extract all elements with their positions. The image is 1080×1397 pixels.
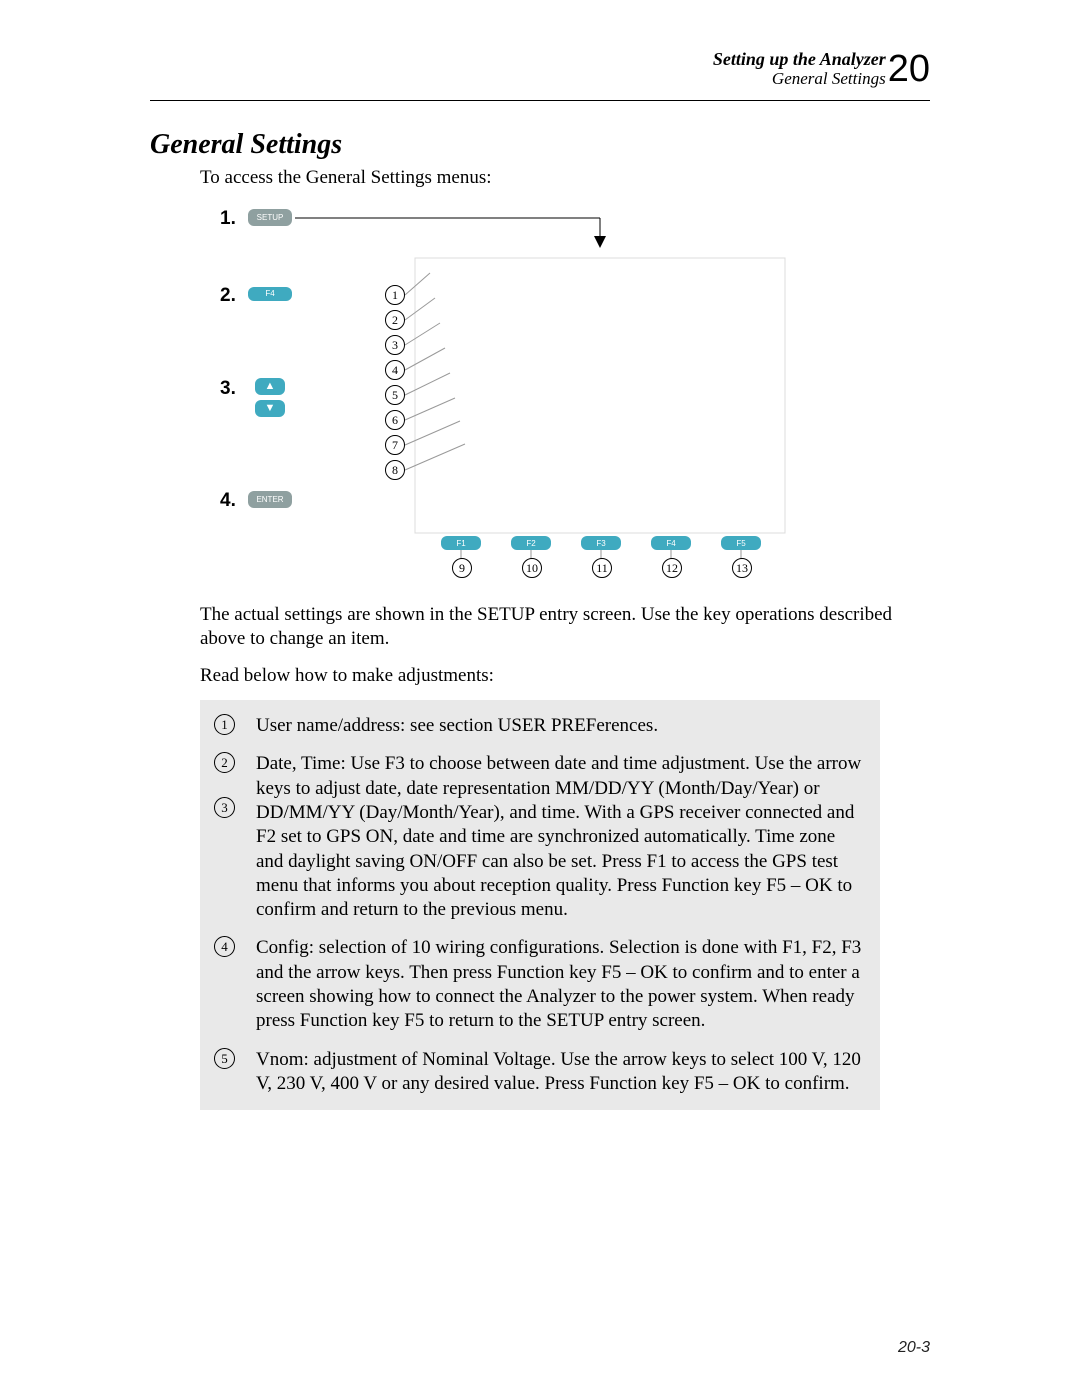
- body-paragraph-1: The actual settings are shown in the SET…: [200, 603, 930, 652]
- callout-num: 4: [214, 936, 235, 957]
- callout-marker-10: 10: [522, 558, 542, 578]
- page-number: 20-3: [898, 1339, 930, 1357]
- down-arrow-key-icon: ▼: [255, 400, 285, 417]
- callout-text: Date, Time: Use F3 to choose between dat…: [256, 752, 866, 922]
- callout-marker-11: 11: [592, 558, 612, 578]
- intro-text: To access the General Settings menus:: [200, 167, 930, 189]
- f3-key-icon: F3: [581, 536, 621, 550]
- callout-box: 1 User name/address: see section USER PR…: [200, 700, 880, 1110]
- f1-key-icon: F1: [441, 536, 481, 550]
- callout-marker-8: 8: [385, 460, 405, 480]
- f2-key-icon: F2: [511, 536, 551, 550]
- callout-marker-7: 7: [385, 435, 405, 455]
- enter-key-icon: ENTER: [248, 491, 292, 508]
- step-1-label: 1.: [220, 208, 236, 230]
- callout-marker-9: 9: [452, 558, 472, 578]
- callout-row: 1 User name/address: see section USER PR…: [214, 714, 866, 738]
- header-chapter-title: Setting up the Analyzer: [713, 50, 886, 70]
- section-heading: General Settings: [150, 129, 930, 161]
- callout-row: 5 Vnom: adjustment of Nominal Voltage. U…: [214, 1048, 866, 1097]
- callout-marker-3: 3: [385, 335, 405, 355]
- callout-text: User name/address: see section USER PREF…: [256, 714, 866, 738]
- callout-text: Config: selection of 10 wiring configura…: [256, 936, 866, 1033]
- callout-marker-4: 4: [385, 360, 405, 380]
- f4-key-icon: F4: [248, 287, 292, 301]
- callout-marker-6: 6: [385, 410, 405, 430]
- f4b-key-icon: F4: [651, 536, 691, 550]
- flow-arrow-icon: [594, 236, 606, 248]
- step-3-label: 3.: [220, 378, 236, 400]
- callout-text: Vnom: adjustment of Nominal Voltage. Use…: [256, 1048, 866, 1097]
- chapter-number: 20: [888, 50, 930, 88]
- callout-row: 2 3 Date, Time: Use F3 to choose between…: [214, 752, 866, 922]
- header-block: Setting up the Analyzer General Settings…: [713, 50, 930, 88]
- callout-row: 4 Config: selection of 10 wiring configu…: [214, 936, 866, 1033]
- callout-marker-2: 2: [385, 310, 405, 330]
- callout-marker-1: 1: [385, 285, 405, 305]
- header-section-title: General Settings: [713, 70, 886, 89]
- up-arrow-key-icon: ▲: [255, 378, 285, 395]
- step-4-label: 4.: [220, 490, 236, 512]
- callout-marker-12: 12: [662, 558, 682, 578]
- step-2-label: 2.: [220, 285, 236, 307]
- body-paragraph-2: Read below how to make adjustments:: [200, 664, 930, 688]
- procedure-diagram: 1. 2. 3. 4. SETUP F4 ▲ ▼ ENTER 1 2 3 4 5…: [200, 203, 810, 593]
- f5-key-icon: F5: [721, 536, 761, 550]
- manual-page: Setting up the Analyzer General Settings…: [0, 0, 1080, 1110]
- callout-num: 3: [214, 797, 235, 818]
- setup-key-icon: SETUP: [248, 209, 292, 226]
- diagram-lines: [200, 203, 810, 593]
- page-header: Setting up the Analyzer General Settings…: [150, 50, 930, 101]
- callout-num: 1: [214, 714, 235, 735]
- callout-num: 2: [214, 752, 235, 773]
- callout-num: 5: [214, 1048, 235, 1069]
- callout-marker-13: 13: [732, 558, 752, 578]
- callout-marker-5: 5: [385, 385, 405, 405]
